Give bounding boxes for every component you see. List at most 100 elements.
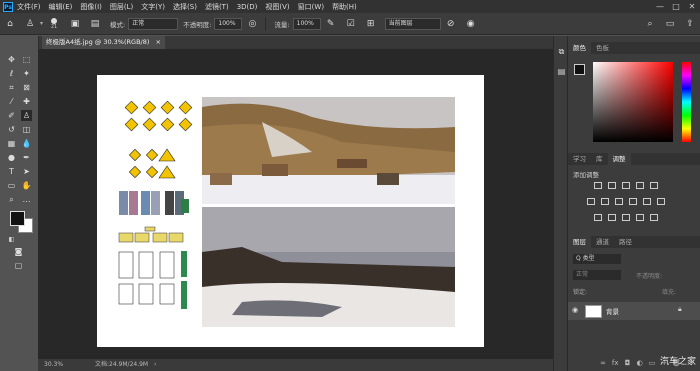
clone-stamp-tool-icon[interactable]: ♙ [21,110,32,121]
move-tool-icon[interactable]: ✥ [6,54,17,65]
menu-help[interactable]: 帮助(H) [332,2,357,12]
quick-mask-icon[interactable]: ◙ [13,246,24,257]
flow-field[interactable]: 100% [292,17,321,30]
color-lookup-icon[interactable] [657,198,665,205]
ignore-adjustment-icon[interactable]: ⊘ [444,17,458,31]
menu-type[interactable]: 文字(Y) [141,2,165,12]
path-selection-tool-icon[interactable]: ➤ [21,166,32,177]
history-brush-tool-icon[interactable]: ↺ [6,124,17,135]
channel-mixer-icon[interactable] [643,198,651,205]
tab-adjustments[interactable]: 调整 [607,153,631,165]
rectangle-tool-icon[interactable]: ▭ [6,180,17,191]
mask-icon[interactable]: ◘ [622,359,632,367]
foreground-color-swatch[interactable] [10,211,25,226]
zoom-tool-icon[interactable]: ⌕ [6,194,17,205]
canvas-area[interactable] [38,49,553,359]
color-panel-foreground[interactable] [574,64,585,75]
status-arrow-icon[interactable]: › [154,361,156,368]
menu-edit[interactable]: 编辑(E) [49,2,73,12]
layer-row-background[interactable]: ◉ 背景 🔒︎ [568,302,700,320]
tab-close-icon[interactable]: × [155,38,160,46]
stamp-tool-icon[interactable]: ♙ [23,17,37,31]
history-panel-icon[interactable]: ⧉ [556,46,567,57]
tab-libraries[interactable]: 库 [591,153,608,165]
curves-icon[interactable] [622,182,630,189]
properties-panel-icon[interactable]: ▤ [556,66,567,77]
clone-source-icon[interactable]: ▤ [88,17,102,31]
hand-tool-icon[interactable]: ✋ [21,180,32,191]
pressure-opacity-icon[interactable]: ◎ [245,17,259,31]
eye-icon[interactable]: ◉ [572,306,578,314]
airbrush-icon[interactable]: ✎ [324,17,338,31]
close-window-button[interactable]: ✕ [684,2,700,11]
type-tool-icon[interactable]: T [6,166,17,177]
exposure-icon[interactable] [636,182,644,189]
maximize-button[interactable]: □ [668,2,684,11]
sample-icon[interactable]: ⊞ [364,17,378,31]
menu-filter[interactable]: 滤镜(T) [205,2,229,12]
posterize-icon[interactable] [608,214,616,221]
lasso-tool-icon[interactable]: ℓ [6,68,17,79]
menu-view[interactable]: 视图(V) [265,2,289,12]
dropdown-icon[interactable]: ▾ [40,20,43,27]
dodge-tool-icon[interactable]: ● [6,152,17,163]
blur-tool-icon[interactable]: 💧 [21,138,32,149]
black-white-icon[interactable] [615,198,623,205]
eyedropper-tool-icon[interactable]: ⁄ [6,96,17,107]
threshold-icon[interactable] [622,214,630,221]
tab-layers[interactable]: 图层 [568,236,591,248]
tab-learn[interactable]: 学习 [568,153,591,165]
toggle-brush-panel-icon[interactable]: ▣ [68,17,82,31]
fx-icon[interactable]: fx [610,359,620,367]
gradient-tool-icon[interactable]: ▦ [6,138,17,149]
hue-slider[interactable] [682,62,691,142]
sample-select[interactable]: 当前图层 [384,17,441,30]
tab-paths[interactable]: 路径 [614,236,637,248]
document-tab[interactable]: 终极版A4纸.jpg @ 30.3%(RGB/8) × [42,36,165,49]
menu-image[interactable]: 图像(I) [80,2,102,12]
more-tools-icon[interactable]: … [21,194,32,205]
brush-tool-icon[interactable]: ✐ [6,110,17,121]
photo-filter-icon[interactable] [629,198,637,205]
magic-wand-tool-icon[interactable]: ✦ [21,68,32,79]
eraser-tool-icon[interactable]: ◫ [21,124,32,135]
tab-channels[interactable]: 通道 [591,236,614,248]
marquee-tool-icon[interactable]: ⬚ [21,54,32,65]
share-icon[interactable]: ⇪ [683,17,697,31]
menu-select[interactable]: 选择(S) [173,2,197,12]
opacity-field[interactable]: 100% [214,17,243,30]
tab-color[interactable]: 颜色 [568,42,591,54]
gradient-map-icon[interactable] [636,214,644,221]
zoom-level[interactable]: 30.3% [44,361,63,368]
pressure-size-icon[interactable]: ◉ [464,17,478,31]
adjustment-layer-icon[interactable]: ◐ [635,359,645,367]
layer-kind-filter[interactable]: Q 类型 [573,254,621,264]
link-icon[interactable]: ∞ [598,359,608,367]
menu-3d[interactable]: 3D(D) [237,3,258,11]
vibrance-icon[interactable] [650,182,658,189]
color-picker-field[interactable] [593,62,673,142]
menu-window[interactable]: 窗口(W) [298,2,324,12]
brightness-icon[interactable] [594,182,602,189]
document-canvas[interactable] [97,75,484,347]
home-icon[interactable]: ⌂ [3,17,17,31]
minimize-button[interactable]: — [652,2,668,11]
frame-tool-icon[interactable]: ⊠ [21,82,32,93]
invert-icon[interactable] [594,214,602,221]
selective-color-icon[interactable] [650,214,658,221]
default-colors-icon[interactable]: ◧ [6,234,17,245]
levels-icon[interactable] [608,182,616,189]
brush-preset-picker[interactable]: 21 [46,17,62,31]
blend-mode-select[interactable]: 正常 [573,270,621,280]
aligned-checkbox-icon[interactable]: ☑ [344,17,358,31]
menu-layer[interactable]: 图层(L) [110,2,133,12]
screen-mode-icon[interactable]: ▢ [13,260,24,271]
workspace-icon[interactable]: ▭ [663,17,677,31]
search-icon[interactable]: ⌕ [643,17,657,31]
folder-icon[interactable]: ▭ [647,359,657,367]
hue-saturation-icon[interactable] [587,198,595,205]
color-balance-icon[interactable] [601,198,609,205]
menu-file[interactable]: 文件(F) [17,2,41,12]
mode-select[interactable]: 正常 [128,17,179,30]
tab-swatches[interactable]: 色板 [591,42,614,54]
